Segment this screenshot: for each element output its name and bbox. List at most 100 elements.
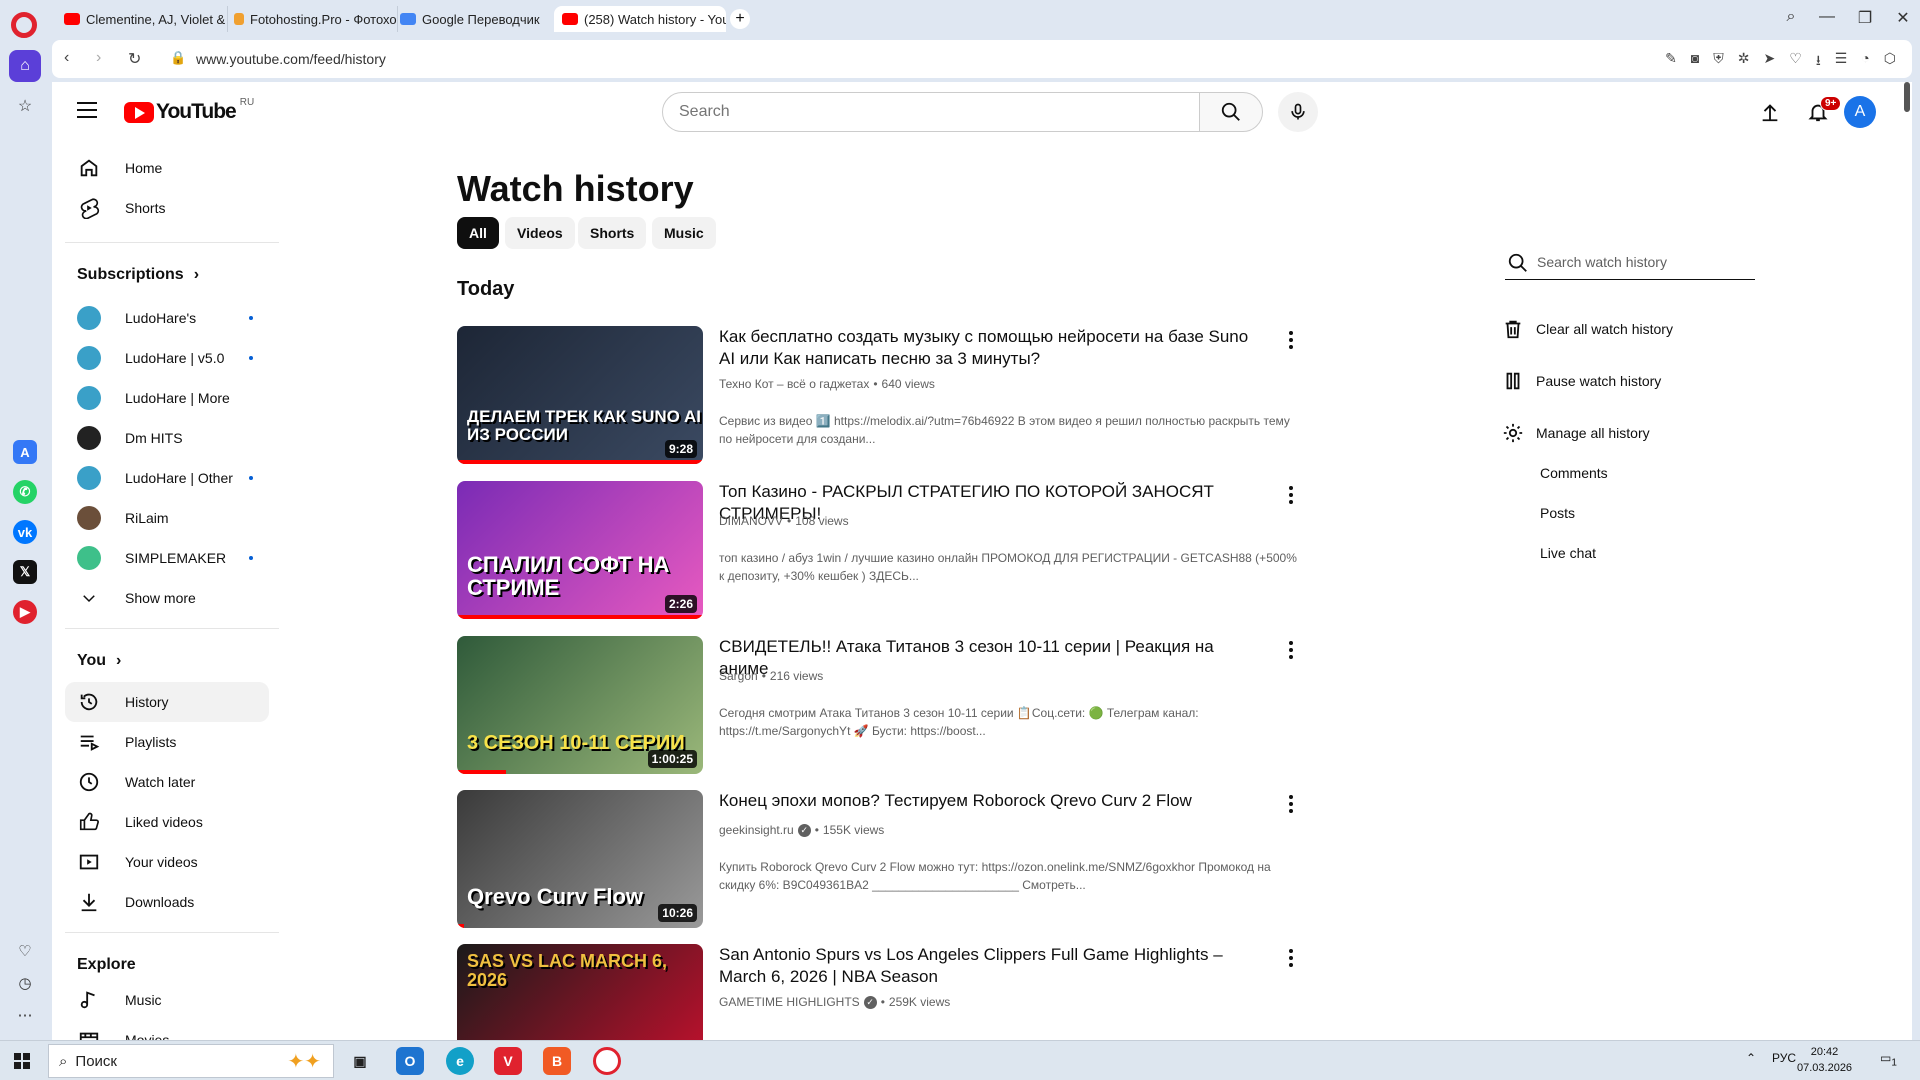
sidebar-item-home[interactable]: Home bbox=[65, 148, 269, 188]
sidebar-item-music[interactable]: Music bbox=[65, 980, 269, 1020]
back-icon[interactable]: ‹ bbox=[64, 49, 69, 67]
sidebar-item-downloads[interactable]: Downloads bbox=[65, 882, 269, 922]
player-rail-icon[interactable]: ▶ bbox=[13, 600, 37, 624]
chip-music[interactable]: Music bbox=[652, 217, 716, 249]
sidebar-item-subscription[interactable]: LudoHare's bbox=[65, 298, 269, 338]
chip-videos[interactable]: Videos bbox=[505, 217, 575, 249]
sidebar-item-history[interactable]: History bbox=[65, 682, 269, 722]
vk-rail-icon[interactable]: vk bbox=[13, 520, 37, 544]
browser-tab[interactable]: Clementine, AJ, Violet & L bbox=[56, 6, 228, 32]
heart-icon[interactable]: ♡ bbox=[1789, 50, 1802, 74]
video-row[interactable]: 3 СЕЗОН 10-11 СЕРИИ 1:00:25 СВИДЕТЕЛЬ!! … bbox=[457, 636, 1297, 776]
upload-button[interactable] bbox=[1752, 94, 1788, 130]
channel-name[interactable]: Техно Кот – всё о гаджетах bbox=[719, 377, 869, 391]
video-thumbnail[interactable]: ДЕЛАЕМ ТРЕК КАК SUNO AI из России 9:28 bbox=[457, 326, 703, 464]
more-options-icon[interactable] bbox=[1279, 638, 1303, 662]
whatsapp-rail-icon[interactable]: ✆ bbox=[13, 480, 37, 504]
sidebar-item-liked-videos[interactable]: Liked videos bbox=[65, 802, 269, 842]
history-rail-icon[interactable]: ◷ bbox=[9, 967, 41, 999]
pause-history-button[interactable]: Pause watch history bbox=[1502, 370, 1661, 392]
url-field[interactable]: www.youtube.com/feed/history bbox=[196, 51, 386, 67]
browser-tab[interactable]: Fotohosting.Pro - Фотохо bbox=[226, 6, 398, 32]
browser-tab-active[interactable]: (258) Watch history - YouT ✕ bbox=[554, 6, 726, 32]
sidebar-item-movies[interactable]: Movies bbox=[65, 1020, 269, 1040]
you-header[interactable]: You › bbox=[77, 652, 121, 670]
opera-taskbar-icon[interactable] bbox=[593, 1047, 621, 1075]
history-posts-link[interactable]: Posts bbox=[1540, 505, 1575, 521]
taskbar-search[interactable]: ⌕ Поиск ✦✦ bbox=[48, 1044, 334, 1078]
more-options-icon[interactable] bbox=[1279, 483, 1303, 507]
sidebar-item-subscription[interactable]: RiLaim bbox=[65, 498, 269, 538]
scrollbar-thumb[interactable] bbox=[1904, 82, 1910, 112]
channel-name[interactable]: Sargon bbox=[719, 669, 758, 683]
new-tab-button[interactable]: + bbox=[730, 9, 750, 29]
brave-icon[interactable]: B bbox=[543, 1047, 571, 1075]
maximize-icon[interactable]: ❐ bbox=[1850, 8, 1880, 28]
video-title[interactable]: San Antonio Spurs vs Los Angeles Clipper… bbox=[719, 944, 1259, 988]
history-comments-link[interactable]: Comments bbox=[1540, 465, 1608, 481]
search-input[interactable] bbox=[662, 92, 1200, 132]
sidebar-item-watch-later[interactable]: Watch later bbox=[65, 762, 269, 802]
menu-icon[interactable]: ☰ bbox=[1835, 50, 1848, 74]
account-avatar[interactable]: A bbox=[1844, 96, 1876, 128]
video-thumbnail[interactable]: 3 СЕЗОН 10-11 СЕРИИ 1:00:25 bbox=[457, 636, 703, 774]
language-indicator[interactable]: РУС bbox=[1772, 1051, 1796, 1065]
tray-chevron-up-icon[interactable]: ⌃ bbox=[1746, 1051, 1756, 1065]
shield-icon[interactable]: ⛨ bbox=[1713, 50, 1724, 74]
youtube-logo[interactable]: YouTube RU bbox=[124, 97, 254, 124]
outlook-icon[interactable]: O bbox=[396, 1047, 424, 1075]
sidebar-item-subscription[interactable]: LudoHare | More bbox=[65, 378, 269, 418]
video-row[interactable]: ДЕЛАЕМ ТРЕК КАК SUNO AI из России 9:28 К… bbox=[457, 326, 1297, 466]
channel-name[interactable]: geekinsight.ru bbox=[719, 823, 794, 837]
video-title[interactable]: Как бесплатно создать музыку с помощью н… bbox=[719, 326, 1259, 370]
sidebar-item-your-videos[interactable]: Your videos bbox=[65, 842, 269, 882]
chip-all[interactable]: All bbox=[457, 217, 499, 249]
favorites-rail-icon[interactable]: ♡ bbox=[9, 935, 41, 967]
close-window-icon[interactable]: ✕ bbox=[1888, 8, 1918, 28]
flow-icon[interactable]: ➤ bbox=[1764, 50, 1776, 74]
subscriptions-header[interactable]: Subscriptions › bbox=[77, 266, 199, 284]
minimize-icon[interactable]: — bbox=[1812, 8, 1842, 26]
show-more-button[interactable]: Show more bbox=[65, 578, 269, 618]
clock[interactable]: 20:42 07.03.2026 bbox=[1797, 1044, 1852, 1076]
sidebar-item-playlists[interactable]: Playlists bbox=[65, 722, 269, 762]
lock-icon[interactable]: 🔒 bbox=[170, 50, 186, 66]
channel-name[interactable]: DIMANOVV bbox=[719, 514, 783, 528]
browser-tab[interactable]: Google Переводчик bbox=[392, 6, 564, 32]
download-icon[interactable]: ⭳ bbox=[1816, 50, 1821, 74]
app-store-rail-icon[interactable]: A bbox=[13, 440, 37, 464]
menu-icon[interactable] bbox=[77, 102, 97, 118]
ai-icon[interactable]: ✲ bbox=[1738, 50, 1750, 74]
vivaldi-icon[interactable]: V bbox=[494, 1047, 522, 1075]
history-search[interactable] bbox=[1505, 244, 1755, 280]
sidebar-item-subscription[interactable]: Dm HITS bbox=[65, 418, 269, 458]
profile-icon[interactable]: ◔ bbox=[1861, 50, 1869, 74]
task-view-icon[interactable]: ▣ bbox=[346, 1047, 374, 1075]
manage-history-button[interactable]: Manage all history bbox=[1502, 422, 1650, 444]
more-options-icon[interactable] bbox=[1279, 328, 1303, 352]
clear-history-button[interactable]: Clear all watch history bbox=[1502, 318, 1673, 340]
video-row[interactable]: Qrevo Curv Flow 10:26 Конец эпохи мопов?… bbox=[457, 790, 1297, 930]
extensions-icon[interactable]: ⬡ bbox=[1884, 50, 1896, 74]
search-button[interactable] bbox=[1199, 92, 1263, 132]
x-rail-icon[interactable]: 𝕏 bbox=[13, 560, 37, 584]
browser-search-icon[interactable]: ⌕ bbox=[1776, 8, 1806, 26]
video-thumbnail[interactable]: Qrevo Curv Flow 10:26 bbox=[457, 790, 703, 928]
camera-icon[interactable]: ◙ bbox=[1691, 50, 1699, 74]
history-live-chat-link[interactable]: Live chat bbox=[1540, 545, 1596, 561]
more-options-icon[interactable] bbox=[1279, 946, 1303, 970]
windows-start-icon[interactable] bbox=[14, 1053, 30, 1069]
video-thumbnail[interactable]: СПАЛИЛ СОФТ НА СТРИМЕ 2:26 bbox=[457, 481, 703, 619]
voice-search-button[interactable] bbox=[1278, 92, 1318, 132]
video-title[interactable]: Конец эпохи мопов? Тестируем Roborock Qr… bbox=[719, 790, 1259, 812]
notification-center-icon[interactable]: ▭1 bbox=[1880, 1051, 1897, 1068]
sidebar-item-subscription[interactable]: SIMPLEMAKER bbox=[65, 538, 269, 578]
sidebar-item-subscription[interactable]: LudoHare | v5.0 bbox=[65, 338, 269, 378]
pinboard-rail-icon[interactable]: ☆ bbox=[9, 90, 41, 122]
home-rail-icon[interactable]: ⌂ bbox=[9, 50, 41, 82]
sidebar-item-shorts[interactable]: Shorts bbox=[65, 188, 269, 228]
forward-icon[interactable]: › bbox=[96, 49, 101, 67]
notifications-button[interactable]: 9+ bbox=[1800, 94, 1842, 130]
more-options-icon[interactable] bbox=[1279, 792, 1303, 816]
sidebar-item-subscription[interactable]: LudoHare | Other bbox=[65, 458, 269, 498]
